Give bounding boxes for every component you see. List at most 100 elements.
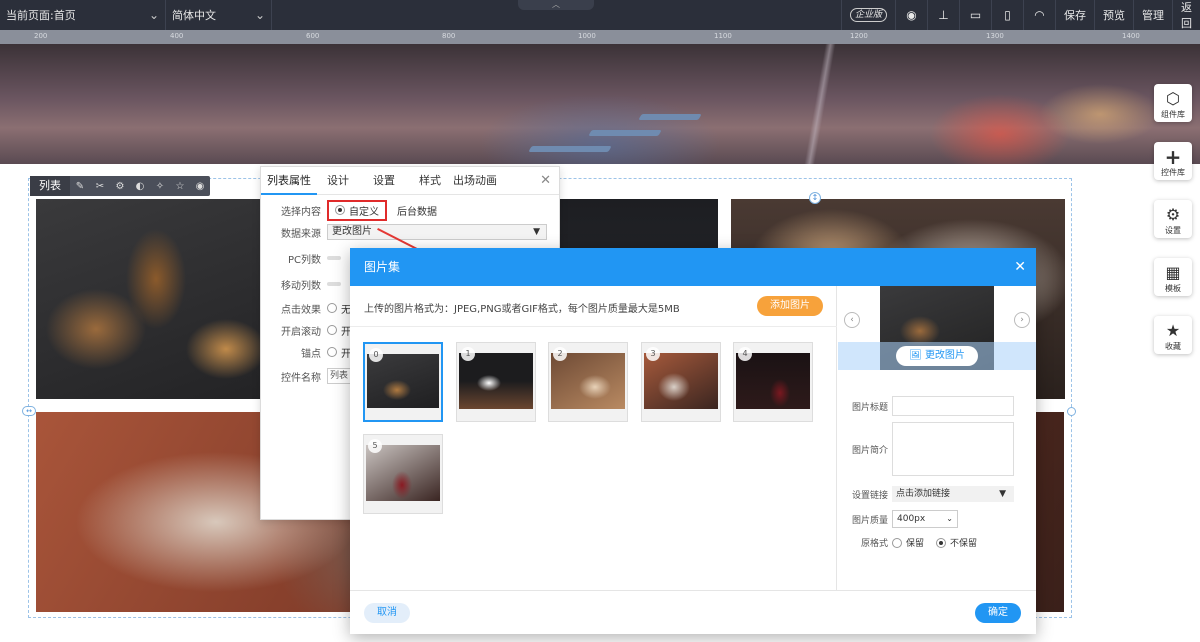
tab-design[interactable]: 设计: [321, 167, 355, 195]
properties-tabs: 列表属性 设计 设置 样式 出场动画 ✕: [261, 167, 559, 195]
save-button[interactable]: 保存: [1055, 0, 1094, 30]
pc-columns-slider[interactable]: [327, 256, 341, 260]
dropdown-arrow-icon: ▼: [533, 227, 540, 237]
component-library-button[interactable]: ⬡ 组件库: [1154, 84, 1192, 122]
image-title-input[interactable]: [892, 396, 1014, 416]
close-icon[interactable]: ✕: [540, 173, 551, 188]
chevron-down-icon: ⌄: [254, 8, 265, 22]
radio-custom[interactable]: [335, 205, 345, 215]
add-image-button[interactable]: 添加图片: [757, 296, 823, 316]
link-select[interactable]: 点击添加链接 ▼: [892, 486, 1014, 502]
image-detail-pane: 🖼 更改图片 ‹ › 图片标题 图片简介 设置链接 点击添加链接 ▼ 图片质量 …: [838, 286, 1036, 590]
chevron-right-icon[interactable]: ›: [1014, 312, 1030, 328]
control-library-button[interactable]: + 控件库: [1154, 142, 1192, 180]
ruler-tick: 1000: [578, 32, 596, 40]
gear-icon[interactable]: ⚙: [110, 181, 130, 192]
thumb-image: [459, 353, 533, 409]
language-label: 简体中文: [172, 9, 216, 22]
image-thumb-5[interactable]: 5: [363, 434, 443, 514]
cube-icon: ⬡: [1166, 89, 1180, 108]
tools-icon[interactable]: ✂: [90, 181, 110, 192]
back-button[interactable]: 返回: [1172, 0, 1200, 30]
preview-button[interactable]: 预览: [1094, 0, 1133, 30]
tab-style[interactable]: 样式: [413, 167, 447, 195]
divider: [350, 326, 837, 327]
current-page-select[interactable]: 当前页面:首页 ⌄: [0, 0, 166, 30]
image-thumb-0[interactable]: 0: [363, 342, 443, 422]
manage-button[interactable]: 管理: [1133, 0, 1172, 30]
toolbar-actions: 企业版 ◉ ⊥ ▭ ▯ ◠ 保存 预览 管理 返回: [840, 0, 1200, 30]
resize-handle-top[interactable]: ↕: [809, 192, 821, 204]
ruler-tick: 600: [306, 32, 320, 40]
close-icon[interactable]: ✕: [1014, 248, 1026, 286]
image-thumb-3[interactable]: 3: [641, 342, 721, 422]
enterprise-badge[interactable]: 企业版: [840, 0, 895, 30]
quality-select[interactable]: 400px ⌄: [892, 510, 958, 528]
support-icon[interactable]: ◠: [1023, 0, 1055, 30]
plus-icon: +: [1164, 145, 1182, 169]
banner-bench: [528, 146, 612, 152]
edit-icon[interactable]: ✎: [70, 181, 90, 192]
dialog-footer: 取消 确定: [350, 590, 1036, 634]
resize-handle-left[interactable]: ↔: [22, 406, 36, 416]
thumb-image: [367, 354, 439, 408]
grid-icon: ▦: [1165, 263, 1181, 282]
eye-icon[interactable]: ◉: [190, 181, 210, 192]
banner-railing: [780, 44, 860, 164]
ruler-tick: 200: [34, 32, 48, 40]
option-backend-data[interactable]: 后台数据: [397, 203, 437, 218]
change-image-button[interactable]: 🖼 更改图片: [896, 346, 978, 366]
star-icon: ★: [1165, 321, 1181, 340]
settings-button[interactable]: ⚙ 设置: [1154, 200, 1192, 238]
list-component-toolbar: 列表 ✎ ✂ ⚙ ◐ ✧ ☆ ◉: [30, 176, 210, 196]
favorites-button[interactable]: ★ 收藏: [1154, 316, 1192, 354]
tab-settings[interactable]: 设置: [367, 167, 401, 195]
link-row: 设置链接 点击添加链接 ▼: [838, 486, 1036, 502]
palette-icon[interactable]: ◐: [130, 181, 150, 192]
image-desc-textarea[interactable]: [892, 422, 1014, 476]
image-thumb-2[interactable]: 2: [548, 342, 628, 422]
template-button[interactable]: ▦ 模板: [1154, 258, 1192, 296]
image-set-dialog: 图片集 ✕ 上传的图片格式为：JPEG,PNG或者GIF格式，每个图片质量最大是…: [350, 248, 1036, 634]
collapse-toolbar-handle[interactable]: ︿: [518, 0, 594, 10]
confirm-button[interactable]: 确定: [975, 603, 1021, 623]
ruler-tick: 1300: [986, 32, 1004, 40]
option-custom-highlighted[interactable]: 自定义: [327, 199, 387, 221]
radio-no-keep[interactable]: [936, 537, 947, 548]
tab-list-properties[interactable]: 列表属性: [261, 167, 317, 195]
thumb-image: [736, 353, 810, 409]
data-source-select[interactable]: 更改图片 ▼: [327, 224, 547, 240]
ruler-tick: 800: [442, 32, 456, 40]
resize-handle-right[interactable]: [1067, 407, 1076, 416]
current-page-label: 当前页面:首页: [6, 9, 76, 22]
radio-keep[interactable]: [892, 537, 902, 548]
ruler-tick: 1100: [714, 32, 732, 40]
radio-click-none[interactable]: [327, 303, 337, 313]
cancel-button[interactable]: 取消: [364, 603, 410, 623]
image-thumb-4[interactable]: 4: [733, 342, 813, 422]
data-source-row: 数据来源 更改图片 ▼: [261, 223, 561, 241]
radio-scroll-on[interactable]: [327, 325, 337, 335]
mobile-columns-slider[interactable]: [327, 282, 341, 286]
ruler-tick: 1200: [850, 32, 868, 40]
list-photo-coffee-grinder[interactable]: [36, 199, 268, 399]
chevron-left-icon[interactable]: ‹: [844, 312, 860, 328]
gears-icon: ⚙: [1165, 205, 1181, 224]
eye-icon[interactable]: ◉: [895, 0, 927, 30]
upload-tip: 上传的图片格式为：JPEG,PNG或者GIF格式，每个图片质量最大是5MB: [364, 304, 680, 315]
list-component-label[interactable]: 列表: [30, 176, 70, 196]
desktop-icon[interactable]: ▭: [959, 0, 991, 30]
magic-icon[interactable]: ✧: [150, 181, 170, 192]
mobile-icon[interactable]: ▯: [991, 0, 1023, 30]
banner-bench: [588, 130, 662, 136]
dialog-title: 图片集: [364, 260, 401, 274]
image-desc-row: 图片简介: [838, 422, 1036, 476]
image-thumb-1[interactable]: 1: [456, 342, 536, 422]
ruler-tick: 400: [170, 32, 184, 40]
star-outline-icon[interactable]: ☆: [170, 181, 190, 192]
tab-entrance-animation[interactable]: 出场动画: [447, 167, 503, 195]
alignment-icon[interactable]: ⊥: [927, 0, 959, 30]
language-select[interactable]: 简体中文 ⌄: [166, 0, 272, 30]
chevron-down-icon: ⌄: [946, 514, 953, 523]
radio-anchor-on[interactable]: [327, 347, 337, 357]
